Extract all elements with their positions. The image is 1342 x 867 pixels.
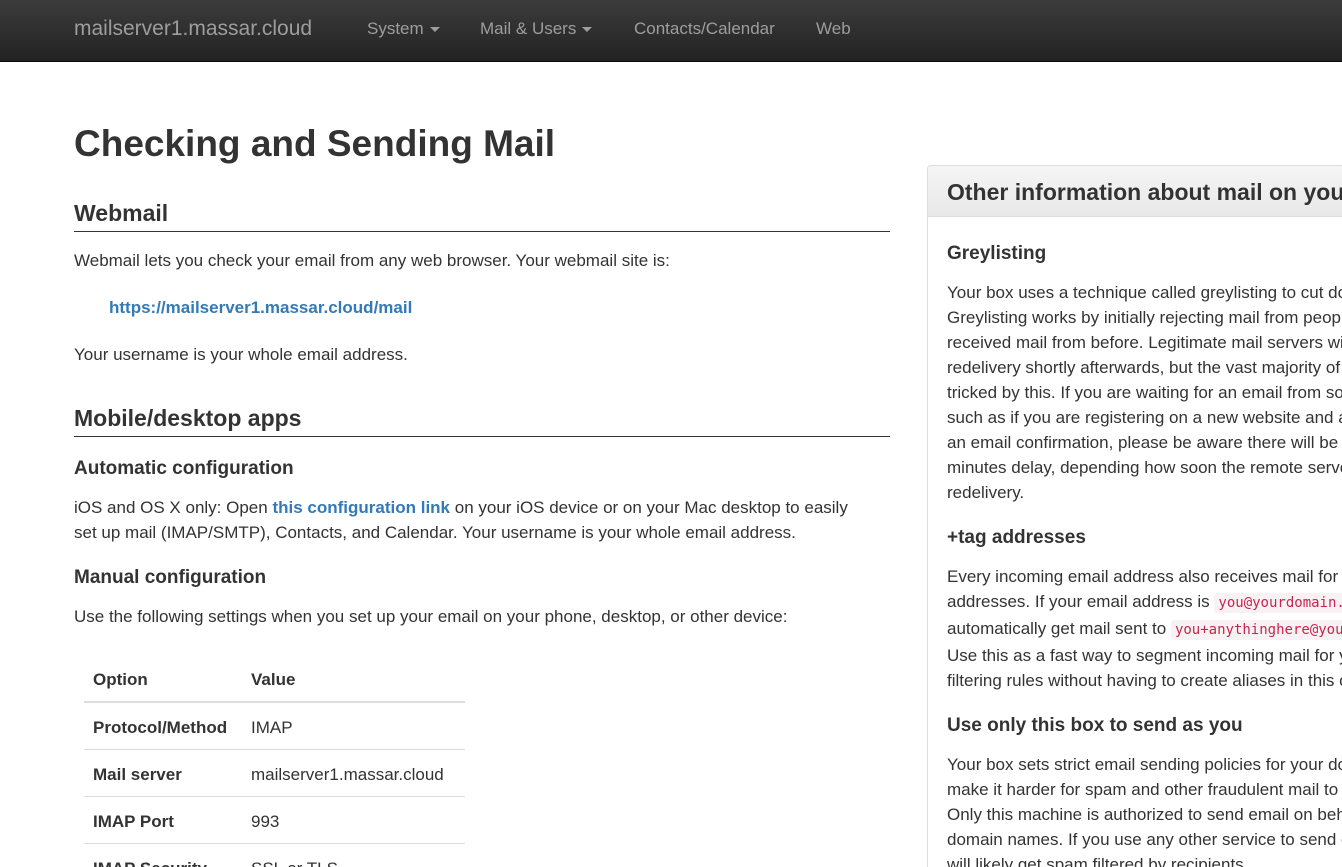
send-as-line: Your box sets strict email sending polic… xyxy=(947,755,1342,774)
greylisting-line: tricked by this. If you are waiting for … xyxy=(947,383,1342,402)
nav-system-menu[interactable]: System xyxy=(367,18,440,40)
tag-line: addresses. If your email address is you@… xyxy=(947,589,1342,616)
send-as-line: make it harder for spam and other fraudu… xyxy=(947,780,1342,799)
apps-heading: Mobile/desktop apps xyxy=(74,403,890,437)
tag-line: filtering rules without having to create… xyxy=(947,671,1342,690)
panel-body: Greylisting Your box uses a technique ca… xyxy=(928,241,1342,867)
auto-config-text: iOS and OS X only: Open this configurati… xyxy=(74,495,890,545)
send-as-line: domain names. If you use any other servi… xyxy=(947,830,1342,849)
other-info-panel: Other information about mail on your box… xyxy=(927,165,1342,867)
greylisting-line: minutes delay, depending how soon the re… xyxy=(947,458,1342,477)
nav-contacts-calendar[interactable]: Contacts/Calendar xyxy=(634,18,775,40)
nav-system-label: System xyxy=(367,19,424,38)
auto-config-text-after: on your iOS device or on your Mac deskto… xyxy=(450,498,848,517)
send-as-line: Only this machine is authorized to send … xyxy=(947,805,1342,824)
main-content: Webmail Webmail lets you check your emai… xyxy=(74,198,890,629)
chevron-down-icon xyxy=(582,27,593,33)
nav-mail-users-label: Mail & Users xyxy=(480,19,577,38)
greylisting-text: Your box uses a technique called greylis… xyxy=(947,280,1342,505)
tag-addresses-text: Every incoming email address also receiv… xyxy=(947,564,1342,693)
manual-config-heading: Manual configuration xyxy=(74,567,267,588)
auto-config-text-before: iOS and OS X only: Open xyxy=(74,498,273,517)
greylisting-heading: Greylisting xyxy=(947,243,1047,264)
greylisting-line: redelivery. xyxy=(947,483,1025,502)
example-tag-address-code: you+anythinghere@yourdomain.com xyxy=(1170,620,1342,640)
table-row: Protocol/Method IMAP xyxy=(84,701,465,750)
setting-option: Mail server xyxy=(84,749,242,797)
setting-option: IMAP Security xyxy=(84,843,242,867)
example-address-code: you@yourdomain.com xyxy=(1214,593,1342,613)
auto-config-heading: Automatic configuration xyxy=(74,458,294,479)
webmail-url-link[interactable]: https://mailserver1.massar.cloud/mail xyxy=(109,298,412,317)
send-as-text: Your box sets strict email sending polic… xyxy=(947,752,1342,867)
greylisting-line: Your box uses a technique called greylis… xyxy=(947,283,1342,302)
page-title: Checking and Sending Mail xyxy=(74,123,556,164)
greylisting-line: redelivery shortly afterwards, but the v… xyxy=(947,358,1342,377)
mail-settings-table: Option Value Protocol/Method IMAP Mail s… xyxy=(84,655,465,867)
greylisting-line: Greylisting works by initially rejecting… xyxy=(947,308,1342,327)
send-as-heading: Use only this box to send as you xyxy=(947,715,1243,736)
auto-config-text-line2: set up mail (IMAP/SMTP), Contacts, and C… xyxy=(74,523,796,542)
navbar-brand[interactable]: mailserver1.massar.cloud xyxy=(74,16,312,42)
setting-value: mailserver1.massar.cloud xyxy=(242,749,465,797)
webmail-username-note: Your username is your whole email addres… xyxy=(74,345,408,364)
setting-value: SSL or TLS xyxy=(242,843,465,867)
table-row: IMAP Port 993 xyxy=(84,796,465,844)
send-as-line: will likely get spam filtered by recipie… xyxy=(947,855,1249,867)
tag-line: Use this as a fast way to segment incomi… xyxy=(947,646,1342,665)
setting-value: 993 xyxy=(242,796,465,844)
nav-web[interactable]: Web xyxy=(816,18,851,40)
tag-addresses-heading: +tag addresses xyxy=(947,527,1086,548)
greylisting-line: received mail from before. Legitimate ma… xyxy=(947,333,1342,352)
greylisting-line: an email confirmation, please be aware t… xyxy=(947,433,1342,452)
nav-mail-users-menu[interactable]: Mail & Users xyxy=(480,18,593,40)
column-header-value: Value xyxy=(242,655,465,703)
table-header-row: Option Value xyxy=(84,655,465,703)
webmail-heading: Webmail xyxy=(74,198,890,232)
setting-option: IMAP Port xyxy=(84,796,242,844)
tag-line: automatically get mail sent to you+anyth… xyxy=(947,616,1342,643)
tag-line-text: addresses. If your email address is xyxy=(947,592,1215,611)
chevron-down-icon xyxy=(429,27,440,33)
webmail-intro: Webmail lets you check your email from a… xyxy=(74,251,670,270)
manual-config-text: Use the following settings when you set … xyxy=(74,607,788,626)
webmail-url-line: https://mailserver1.massar.cloud/mail xyxy=(74,295,890,320)
top-navbar: mailserver1.massar.cloud System Mail & U… xyxy=(0,0,1342,62)
panel-title: Other information about mail on your box xyxy=(928,166,1342,217)
table-row: Mail server mailserver1.massar.cloud xyxy=(84,749,465,797)
column-header-option: Option xyxy=(84,655,242,703)
setting-option: Protocol/Method xyxy=(84,701,242,750)
tag-line-text: automatically get mail sent to xyxy=(947,619,1171,638)
table-row: IMAP Security SSL or TLS xyxy=(84,843,465,867)
configuration-link[interactable]: this configuration link xyxy=(272,498,450,517)
greylisting-line: such as if you are registering on a new … xyxy=(947,408,1342,427)
setting-value: IMAP xyxy=(242,701,465,750)
tag-line: Every incoming email address also receiv… xyxy=(947,567,1342,586)
